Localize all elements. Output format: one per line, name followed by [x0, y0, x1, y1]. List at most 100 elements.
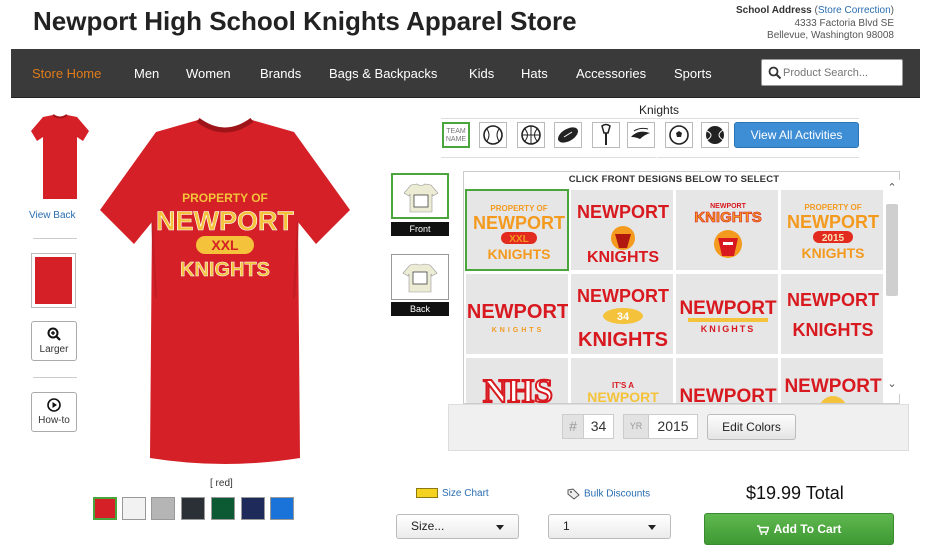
edit-colors-button[interactable]: Edit Colors: [707, 414, 796, 440]
size-chart-label: Size Chart: [442, 488, 489, 499]
zoom-icon: [47, 327, 61, 341]
swatch-red[interactable]: [93, 497, 117, 520]
address-line-1: 4333 Factoria Blvd SE: [794, 17, 895, 29]
address-line-2: Bellevue, Washington 98008: [767, 30, 894, 41]
nav-sports[interactable]: Sports: [674, 66, 712, 81]
tennis-icon[interactable]: [701, 122, 729, 148]
quantity-select-value: 1: [563, 519, 570, 533]
back-label[interactable]: Back: [391, 302, 449, 316]
divider: [33, 377, 77, 378]
design-option[interactable]: NEWPORT KNIGHTS: [675, 273, 779, 355]
design-option[interactable]: NEWPORT: [780, 357, 884, 403]
design-text: NEWPORT: [679, 298, 777, 319]
ruler-icon: [416, 488, 438, 499]
baseball-icon[interactable]: [479, 122, 507, 148]
design-option[interactable]: NHS: [465, 357, 569, 403]
design-option[interactable]: PROPERTY OF NEWPORT 2015 KNIGHTS: [780, 189, 884, 271]
tag-icon: [567, 488, 580, 500]
add-to-cart-button[interactable]: Add To Cart: [704, 513, 894, 545]
bulk-discounts-link[interactable]: Bulk Discounts: [567, 488, 650, 500]
view-all-activities-button[interactable]: View All Activities: [734, 122, 859, 148]
number-input[interactable]: 34: [583, 414, 614, 439]
activity-group-label: Knights: [639, 103, 680, 117]
quantity-select[interactable]: 1: [548, 514, 671, 539]
design-option[interactable]: NEWPORT: [675, 357, 779, 404]
nav-bags-backpacks[interactable]: Bags & Backpacks: [329, 66, 437, 81]
back-side-selector[interactable]: [391, 254, 449, 300]
bulk-discounts-label: Bulk Discounts: [584, 488, 651, 500]
design-option[interactable]: NEWPORT KNIGHTS: [780, 273, 884, 355]
larger-label: Larger: [39, 344, 69, 355]
design-option[interactable]: IT'S A NEWPORT: [570, 357, 674, 404]
main-nav: Store Home Men Women Brands Bags & Backp…: [11, 49, 920, 98]
product-search-box[interactable]: [761, 59, 903, 86]
back-tee-icon: [402, 263, 438, 293]
view-back-link[interactable]: View Back: [29, 210, 79, 221]
nav-store-home[interactable]: Store Home: [32, 66, 101, 81]
store-correction-link[interactable]: Store Correction: [818, 5, 891, 16]
store-title: Newport High School Knights Apparel Stor…: [33, 6, 577, 36]
team-name-icon[interactable]: TEAM NAME: [442, 122, 470, 148]
size-select-value: Size...: [411, 519, 445, 533]
design-text: NEWPORT: [787, 290, 879, 310]
track-icon[interactable]: [627, 122, 655, 148]
swatch-royal[interactable]: [270, 497, 294, 520]
larger-button[interactable]: Larger: [31, 321, 77, 361]
year-input[interactable]: 2015: [648, 414, 698, 439]
nav-hats[interactable]: Hats: [521, 66, 548, 81]
design-text: NEWPORT: [787, 212, 879, 232]
activity-pointer: [650, 150, 664, 158]
design-text: KNIGHTS: [587, 249, 659, 266]
design-grid-scrollbar[interactable]: ⌃ ⌄: [884, 180, 900, 394]
design-option[interactable]: NEWPORT KNIGHTS: [465, 273, 569, 355]
front-side-selector[interactable]: [391, 173, 449, 219]
swatch-charcoal[interactable]: [181, 497, 205, 520]
design-text: NEWPORT: [679, 386, 777, 404]
soccer-icon[interactable]: [665, 122, 693, 148]
howto-button[interactable]: How-to: [31, 392, 77, 432]
swatch-white[interactable]: [122, 497, 146, 520]
design-text: 34: [617, 311, 630, 323]
nav-women[interactable]: Women: [186, 66, 231, 81]
front-tee-icon: [403, 183, 439, 213]
product-search-input[interactable]: [783, 64, 899, 82]
tshirt-body: [100, 120, 350, 464]
nav-brands[interactable]: Brands: [260, 66, 301, 81]
store-header: Newport High School Knights Apparel Stor…: [0, 0, 932, 48]
basketball-icon[interactable]: [517, 122, 545, 148]
swatch-gray[interactable]: [151, 497, 175, 520]
search-icon: [768, 66, 782, 80]
lacrosse-icon[interactable]: [592, 122, 620, 148]
design-text: PROPERTY OF: [804, 203, 861, 212]
design-option[interactable]: NEWPORT KNIGHTS: [675, 189, 779, 271]
swatch-navy[interactable]: [241, 497, 265, 520]
add-to-cart-label: Add To Cart: [773, 522, 842, 536]
front-label[interactable]: Front: [391, 222, 449, 236]
design-text: KNIGHTS: [802, 245, 865, 261]
design-option[interactable]: PROPERTY OF NEWPORT XXL KNIGHTS: [465, 189, 569, 271]
scrollbar-thumb[interactable]: [886, 204, 898, 296]
size-chart-link[interactable]: Size Chart: [416, 488, 489, 499]
detail-thumbnail[interactable]: [31, 253, 76, 308]
address-label: School Address: [735, 5, 812, 16]
scroll-up-icon[interactable]: ⌃: [886, 182, 898, 194]
nav-kids[interactable]: Kids: [469, 66, 494, 81]
design-line-2: NEWPORT: [156, 206, 295, 236]
number-prefix: #: [562, 414, 584, 439]
design-text: 2015: [822, 233, 845, 244]
nav-accessories[interactable]: Accessories: [576, 66, 646, 81]
design-option[interactable]: NEWPORT KNIGHTS: [570, 189, 674, 271]
nav-men[interactable]: Men: [134, 66, 159, 81]
cart-icon: [756, 525, 769, 535]
play-icon: [47, 398, 61, 412]
swatch-green[interactable]: [211, 497, 235, 520]
design-option[interactable]: NEWPORT 34 KNIGHTS: [570, 273, 674, 355]
design-text: NEWPORT: [577, 202, 669, 222]
product-image: PROPERTY OF NEWPORT XXL KNIGHTS: [100, 118, 350, 464]
design-text: NEWPORT: [587, 389, 659, 404]
scroll-down-icon[interactable]: ⌄: [886, 378, 898, 390]
size-select[interactable]: Size...: [396, 514, 519, 539]
football-icon[interactable]: [554, 122, 582, 148]
design-text: KNIGHTS: [694, 209, 762, 226]
front-view-thumbnail[interactable]: [29, 113, 91, 205]
